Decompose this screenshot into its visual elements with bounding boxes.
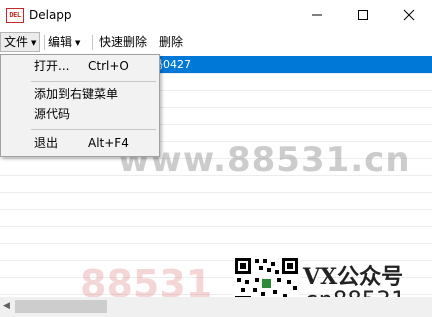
dropdown-arrow-icon: ▼ xyxy=(75,39,81,47)
maximize-button[interactable] xyxy=(340,0,386,30)
app-icon: DEL xyxy=(6,8,24,23)
row-divider xyxy=(0,243,432,244)
menu-item-open[interactable]: 打开... Ctrl+O xyxy=(2,56,158,76)
menu-delete[interactable]: 删除 xyxy=(156,33,186,51)
menu-item-exit[interactable]: 退出 Alt+F4 xyxy=(2,133,158,153)
close-icon xyxy=(403,9,415,21)
row-divider xyxy=(0,192,432,193)
menu-item-source-code-label: 源代码 xyxy=(34,107,71,121)
menu-separator xyxy=(31,129,156,130)
menu-item-add-context-menu-label: 添加到右键菜单 xyxy=(34,87,119,101)
menu-separator xyxy=(92,35,93,50)
scroll-left-icon[interactable]: ◀ xyxy=(3,301,10,311)
title-bar: DEL Delapp xyxy=(0,0,432,30)
menu-item-source-code[interactable]: 源代码 xyxy=(2,104,158,124)
menu-edit-label: 编辑 xyxy=(48,35,73,49)
row-divider xyxy=(0,209,432,210)
menu-item-open-label: 打开... xyxy=(34,59,70,73)
menu-bar: 文件 ▼ 编辑 ▼ 快速删除 删除 xyxy=(0,31,432,54)
menu-file[interactable]: 文件 ▼ xyxy=(0,32,41,52)
menu-separator xyxy=(31,81,156,82)
minimize-icon xyxy=(312,14,322,16)
scrollbar-thumb[interactable] xyxy=(15,300,107,313)
dropdown-arrow-icon: ▼ xyxy=(31,39,37,47)
menu-item-exit-label: 退出 xyxy=(34,136,59,150)
menu-item-exit-shortcut: Alt+F4 xyxy=(88,136,129,150)
watermark-text: www.88531.cn xyxy=(118,140,411,180)
row-divider xyxy=(0,226,432,227)
menu-item-open-shortcut: Ctrl+O xyxy=(88,59,129,73)
menu-item-add-context-menu[interactable]: 添加到右键菜单 xyxy=(2,84,158,104)
horizontal-scrollbar[interactable]: ◀ xyxy=(0,297,432,317)
menu-quick-delete[interactable]: 快速删除 xyxy=(96,33,150,51)
window-title: Delapp xyxy=(29,8,72,22)
menu-edit[interactable]: 编辑 ▼ xyxy=(45,33,83,51)
file-menu-dropdown: 打开... Ctrl+O 添加到右键菜单 源代码 退出 Alt+F4 xyxy=(0,54,160,157)
maximize-icon xyxy=(358,10,368,20)
minimize-button[interactable] xyxy=(294,0,340,30)
menu-file-label: 文件 xyxy=(4,35,29,49)
close-button[interactable] xyxy=(386,0,432,30)
